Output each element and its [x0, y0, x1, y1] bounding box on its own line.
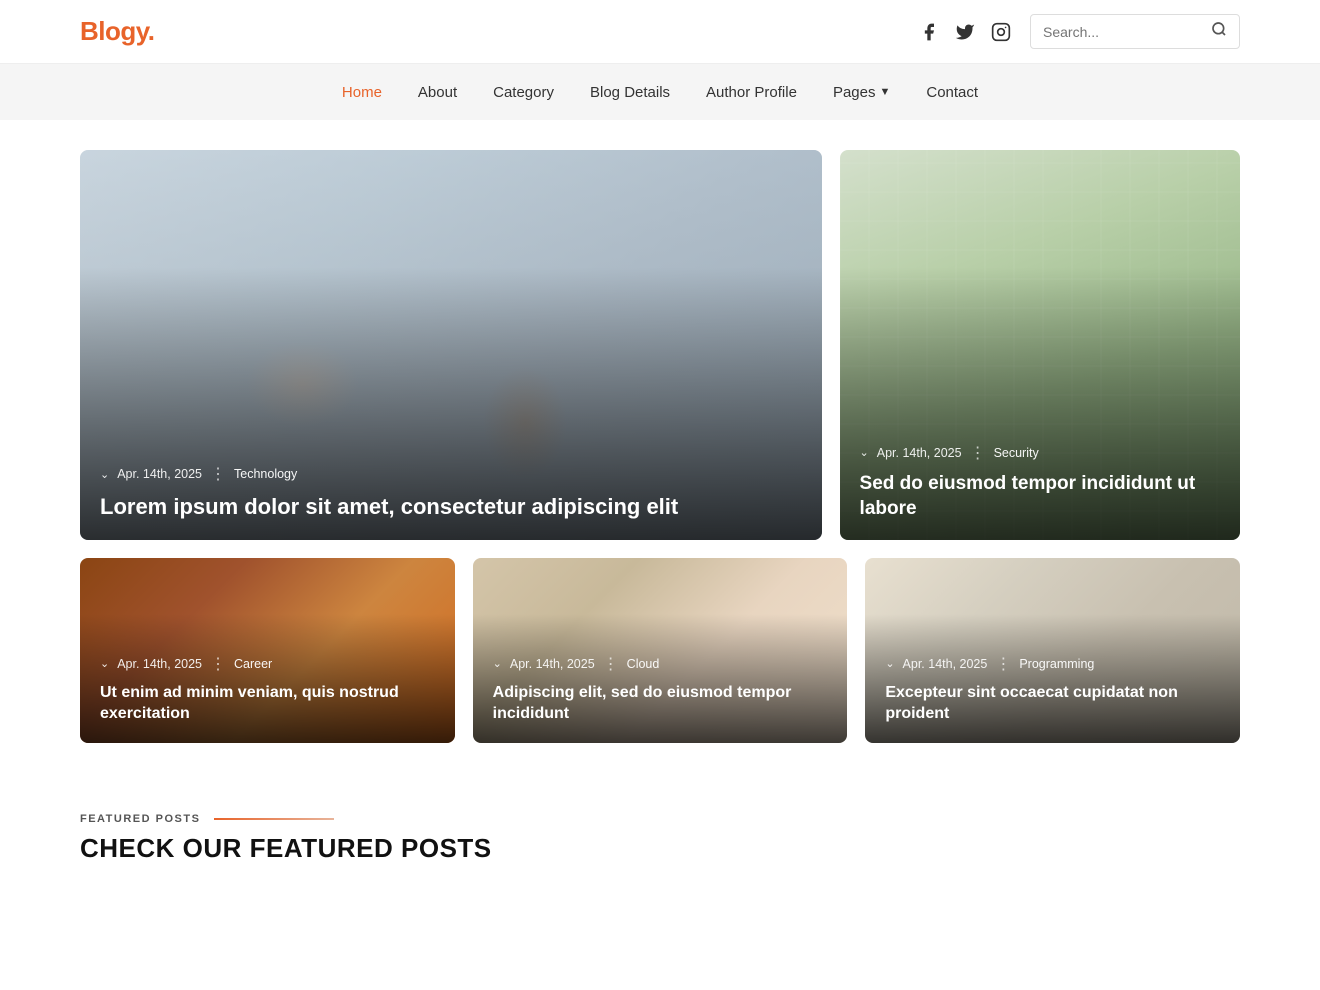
- nav-item-about[interactable]: About: [418, 80, 457, 105]
- card-large[interactable]: ⌄ Apr. 14th, 2025 ⋮ Technology Lorem ips…: [80, 150, 822, 540]
- dot-icon: ⋮: [603, 654, 619, 674]
- social-icons: [918, 21, 1012, 43]
- card-bottom-1-title: Ut enim ad minim veniam, quis nostrud ex…: [100, 682, 435, 725]
- featured-section: FEATURED POSTS CHECK OUR FEATURED POSTS: [0, 783, 1320, 884]
- card-large-overlay: ⌄ Apr. 14th, 2025 ⋮ Technology Lorem ips…: [80, 446, 822, 540]
- card-bottom-3-overlay: ⌄ Apr. 14th, 2025 ⋮ Programming Excepteu…: [865, 636, 1240, 743]
- card-top-right[interactable]: ⌄ Apr. 14th, 2025 ⋮ Security Sed do eius…: [840, 150, 1240, 540]
- nav-item-category[interactable]: Category: [493, 80, 554, 105]
- card-large-date: Apr. 14th, 2025: [117, 467, 202, 481]
- dot-icon: ⋮: [210, 654, 226, 674]
- card-bottom-1[interactable]: ⌄ Apr. 14th, 2025 ⋮ Career Ut enim ad mi…: [80, 558, 455, 743]
- card-top-right-date: Apr. 14th, 2025: [877, 446, 962, 460]
- card-bottom-1-overlay: ⌄ Apr. 14th, 2025 ⋮ Career Ut enim ad mi…: [80, 636, 455, 743]
- twitter-icon[interactable]: [954, 21, 976, 43]
- chevron-down-icon: ⌄: [100, 657, 109, 670]
- search-icon[interactable]: [1211, 21, 1227, 42]
- top-grid: ⌄ Apr. 14th, 2025 ⋮ Technology Lorem ips…: [80, 150, 1240, 540]
- card-top-right-title: Sed do eiusmod tempor incididunt ut labo…: [860, 471, 1220, 522]
- dot-icon: ⋮: [995, 654, 1011, 674]
- search-input[interactable]: [1043, 24, 1203, 40]
- card-bottom-3-meta: ⌄ Apr. 14th, 2025 ⋮ Programming: [885, 654, 1220, 674]
- featured-title: CHECK OUR FEATURED POSTS: [80, 833, 1240, 864]
- card-top-right-meta: ⌄ Apr. 14th, 2025 ⋮ Security: [860, 443, 1220, 463]
- facebook-icon[interactable]: [918, 21, 940, 43]
- card-bottom-2-category: Cloud: [627, 657, 660, 671]
- card-bottom-3-category: Programming: [1019, 657, 1094, 671]
- dot-icon: ⋮: [970, 443, 986, 463]
- featured-label: FEATURED POSTS: [80, 813, 1240, 825]
- nav-item-blog-details[interactable]: Blog Details: [590, 80, 670, 105]
- nav-item-pages[interactable]: Pages ▼: [833, 80, 890, 105]
- logo-dot: .: [148, 16, 155, 46]
- card-bottom-2-overlay: ⌄ Apr. 14th, 2025 ⋮ Cloud Adipiscing eli…: [473, 636, 848, 743]
- search-box: [1030, 14, 1240, 49]
- header: Blogy.: [0, 0, 1320, 64]
- instagram-icon[interactable]: [990, 21, 1012, 43]
- chevron-down-icon: ⌄: [885, 657, 894, 670]
- nav-item-home[interactable]: Home: [342, 80, 382, 105]
- chevron-down-icon: ⌄: [100, 468, 109, 481]
- card-bottom-1-meta: ⌄ Apr. 14th, 2025 ⋮ Career: [100, 654, 435, 674]
- card-bottom-2[interactable]: ⌄ Apr. 14th, 2025 ⋮ Cloud Adipiscing eli…: [473, 558, 848, 743]
- card-bottom-3-title: Excepteur sint occaecat cupidatat non pr…: [885, 682, 1220, 725]
- chevron-down-icon: ⌄: [860, 446, 869, 459]
- logo[interactable]: Blogy.: [80, 16, 155, 47]
- card-bottom-3-date: Apr. 14th, 2025: [903, 657, 988, 671]
- card-bottom-1-date: Apr. 14th, 2025: [117, 657, 202, 671]
- nav-item-contact[interactable]: Contact: [926, 80, 978, 105]
- card-bottom-1-category: Career: [234, 657, 272, 671]
- nav-item-author-profile[interactable]: Author Profile: [706, 80, 797, 105]
- pages-chevron-icon: ▼: [879, 86, 890, 98]
- dot-icon: ⋮: [210, 464, 226, 484]
- logo-text: Blogy: [80, 16, 148, 46]
- card-top-right-overlay: ⌄ Apr. 14th, 2025 ⋮ Security Sed do eius…: [840, 425, 1240, 540]
- card-large-title: Lorem ipsum dolor sit amet, consectetur …: [100, 492, 802, 522]
- header-right: [918, 14, 1240, 49]
- card-large-category: Technology: [234, 467, 297, 481]
- chevron-down-icon: ⌄: [493, 657, 502, 670]
- card-bottom-2-title: Adipiscing elit, sed do eiusmod tempor i…: [493, 682, 828, 725]
- bottom-grid: ⌄ Apr. 14th, 2025 ⋮ Career Ut enim ad mi…: [80, 558, 1240, 743]
- card-bottom-3[interactable]: ⌄ Apr. 14th, 2025 ⋮ Programming Excepteu…: [865, 558, 1240, 743]
- navbar: Home About Category Blog Details Author …: [0, 64, 1320, 120]
- main-content: ⌄ Apr. 14th, 2025 ⋮ Technology Lorem ips…: [0, 120, 1320, 783]
- card-top-right-category: Security: [994, 446, 1039, 460]
- card-bottom-2-meta: ⌄ Apr. 14th, 2025 ⋮ Cloud: [493, 654, 828, 674]
- card-large-meta: ⌄ Apr. 14th, 2025 ⋮ Technology: [100, 464, 802, 484]
- card-bottom-2-date: Apr. 14th, 2025: [510, 657, 595, 671]
